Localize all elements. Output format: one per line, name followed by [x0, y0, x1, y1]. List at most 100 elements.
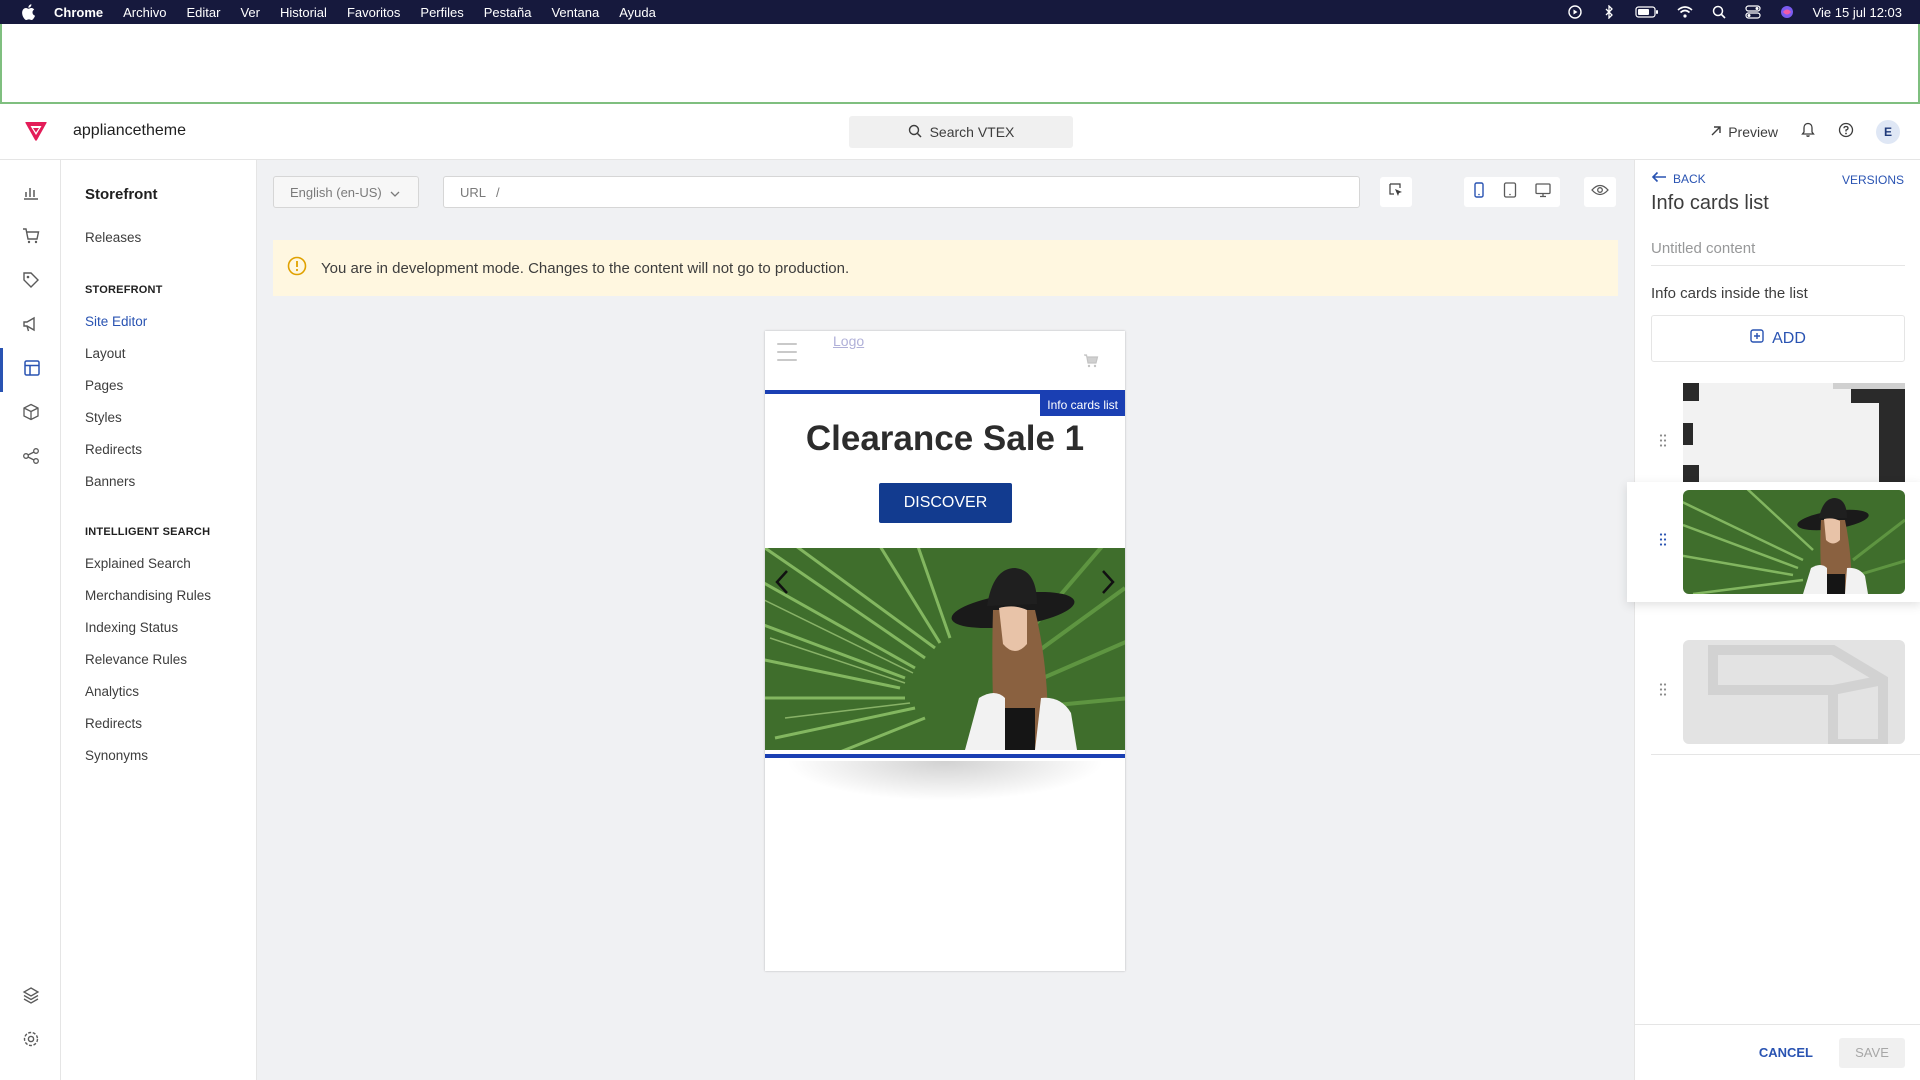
menu-clock[interactable]: Vie 15 jul 12:03 — [1813, 5, 1902, 20]
search-label: Search VTEX — [929, 124, 1015, 140]
preview-button[interactable]: Preview — [1710, 124, 1778, 140]
nav-item-layout[interactable]: Layout — [85, 346, 126, 361]
carousel-next-arrow-icon[interactable] — [1097, 568, 1117, 601]
menu-ayuda[interactable]: Ayuda — [619, 5, 656, 20]
content-name-input[interactable]: Untitled content — [1651, 232, 1905, 266]
storefront-nav: Storefront Releases STOREFRONT Site Edit… — [61, 160, 257, 1080]
rail-orders-button[interactable] — [0, 216, 61, 260]
versions-button[interactable]: VERSIONS — [1842, 173, 1904, 187]
tablet-device-icon[interactable] — [1503, 181, 1517, 203]
menu-ventana[interactable]: Ventana — [551, 5, 599, 20]
preview-visibility-button[interactable] — [1584, 177, 1616, 207]
menu-app-name[interactable]: Chrome — [54, 5, 103, 20]
nav-item-explained-search[interactable]: Explained Search — [85, 556, 191, 571]
help-icon[interactable] — [1838, 122, 1854, 143]
battery-icon[interactable] — [1635, 4, 1659, 20]
nav-item-synonyms[interactable]: Synonyms — [85, 748, 148, 763]
plus-square-icon — [1750, 329, 1764, 348]
wifi-icon[interactable] — [1677, 4, 1693, 20]
menu-pestana[interactable]: Pestaña — [484, 5, 532, 20]
menu-perfiles[interactable]: Perfiles — [420, 5, 463, 20]
mobile-device-icon[interactable] — [1473, 181, 1485, 203]
bluetooth-icon[interactable] — [1601, 4, 1617, 20]
nav-item-site-editor[interactable]: Site Editor — [85, 314, 147, 329]
cancel-button[interactable]: CANCEL — [1759, 1045, 1813, 1060]
vtex-logo-icon[interactable] — [24, 120, 48, 142]
header-actions: Preview E — [1710, 104, 1900, 160]
gear-icon — [22, 1030, 40, 1053]
screen-record-icon[interactable] — [1567, 4, 1583, 20]
user-avatar[interactable]: E — [1876, 120, 1900, 144]
alert-text: You are in development mode. Changes to … — [321, 259, 850, 277]
url-input[interactable]: URL / — [443, 176, 1360, 208]
info-card-item[interactable] — [1635, 632, 1920, 752]
nav-item-banners[interactable]: Banners — [85, 474, 135, 489]
rail-dashboard-button[interactable] — [0, 172, 61, 216]
menu-archivo[interactable]: Archivo — [123, 5, 166, 20]
notifications-bell-icon[interactable] — [1800, 122, 1816, 143]
preview-label: Preview — [1728, 124, 1778, 140]
drag-handle-icon[interactable] — [1659, 683, 1667, 702]
drag-handle-icon[interactable] — [1659, 434, 1667, 453]
eye-icon — [1591, 183, 1609, 201]
inspect-element-button[interactable] — [1380, 177, 1412, 207]
control-center-icon[interactable] — [1745, 4, 1761, 20]
search-vtex-button[interactable]: Search VTEX — [849, 116, 1073, 148]
shopping-cart-icon — [22, 227, 40, 250]
nav-item-indexing-status[interactable]: Indexing Status — [85, 620, 178, 635]
panel-footer: CANCEL SAVE — [1635, 1024, 1920, 1080]
back-button[interactable]: BACK — [1651, 171, 1706, 186]
store-logo-image[interactable]: Logo — [833, 333, 864, 349]
apple-icon[interactable] — [20, 4, 36, 20]
warning-icon — [287, 256, 307, 280]
info-card-thumbnail — [1683, 490, 1905, 594]
nav-section-intelligent-search: INTELLIGENT SEARCH — [85, 526, 211, 538]
save-button[interactable]: SAVE — [1839, 1037, 1905, 1068]
nav-item-search-redirects[interactable]: Redirects — [85, 716, 142, 731]
language-value: English (en-US) — [290, 184, 382, 200]
panel-title: Info cards list — [1651, 192, 1769, 214]
rail-promotions-button[interactable] — [0, 304, 61, 348]
siri-icon[interactable] — [1779, 4, 1795, 20]
device-toggle-group — [1464, 177, 1560, 207]
nav-item-styles[interactable]: Styles — [85, 410, 122, 425]
mobile-preview-frame[interactable]: Logo Info cards list Clearance Sale 1 DI… — [765, 331, 1125, 971]
info-card-placeholder-thumbnail — [1683, 640, 1905, 744]
rail-integrations-button[interactable] — [0, 436, 61, 480]
rail-layers-button[interactable] — [0, 975, 61, 1019]
status-area: Vie 15 jul 12:03 — [1567, 0, 1902, 24]
desktop-device-icon[interactable] — [1535, 182, 1551, 203]
rail-apps-button[interactable] — [0, 392, 61, 436]
discover-button[interactable]: DISCOVER — [879, 483, 1012, 523]
language-select[interactable]: English (en-US) — [273, 176, 419, 208]
menu-favoritos[interactable]: Favoritos — [347, 5, 400, 20]
menu-editar[interactable]: Editar — [186, 5, 220, 20]
rail-catalog-button[interactable] — [0, 260, 61, 304]
macos-menu-bar: Chrome Archivo Editar Ver Historial Favo… — [0, 0, 1920, 24]
hamburger-menu-icon[interactable] — [777, 343, 797, 361]
drag-handle-icon[interactable] — [1659, 533, 1667, 552]
rail-settings-button[interactable] — [0, 1019, 61, 1063]
browser-toolbar-area — [0, 24, 1920, 104]
nav-item-analytics[interactable]: Analytics — [85, 684, 139, 699]
preview-store-header: Logo — [765, 331, 1125, 391]
tag-icon — [22, 271, 40, 294]
site-editor-main: English (en-US) URL / You are in develop… — [257, 160, 1634, 1080]
external-arrow-icon — [1710, 124, 1722, 140]
add-info-card-button[interactable]: ADD — [1651, 315, 1905, 362]
nav-item-relevance-rules[interactable]: Relevance Rules — [85, 652, 187, 667]
nav-item-releases[interactable]: Releases — [85, 230, 141, 245]
app-header: appliancetheme Search VTEX Preview E — [0, 104, 1920, 160]
carousel-prev-arrow-icon[interactable] — [773, 568, 793, 601]
nav-item-pages[interactable]: Pages — [85, 378, 123, 393]
menu-historial[interactable]: Historial — [280, 5, 327, 20]
nav-item-redirects[interactable]: Redirects — [85, 442, 142, 457]
info-card-item[interactable] — [1627, 482, 1920, 602]
minicart-icon[interactable] — [1083, 353, 1099, 374]
spotlight-search-icon[interactable] — [1711, 4, 1727, 20]
search-icon — [908, 124, 922, 141]
info-card-thumbnail — [1683, 383, 1905, 483]
nav-item-merchandising-rules[interactable]: Merchandising Rules — [85, 588, 211, 603]
menu-ver[interactable]: Ver — [240, 5, 260, 20]
rail-storefront-button[interactable] — [0, 348, 61, 392]
